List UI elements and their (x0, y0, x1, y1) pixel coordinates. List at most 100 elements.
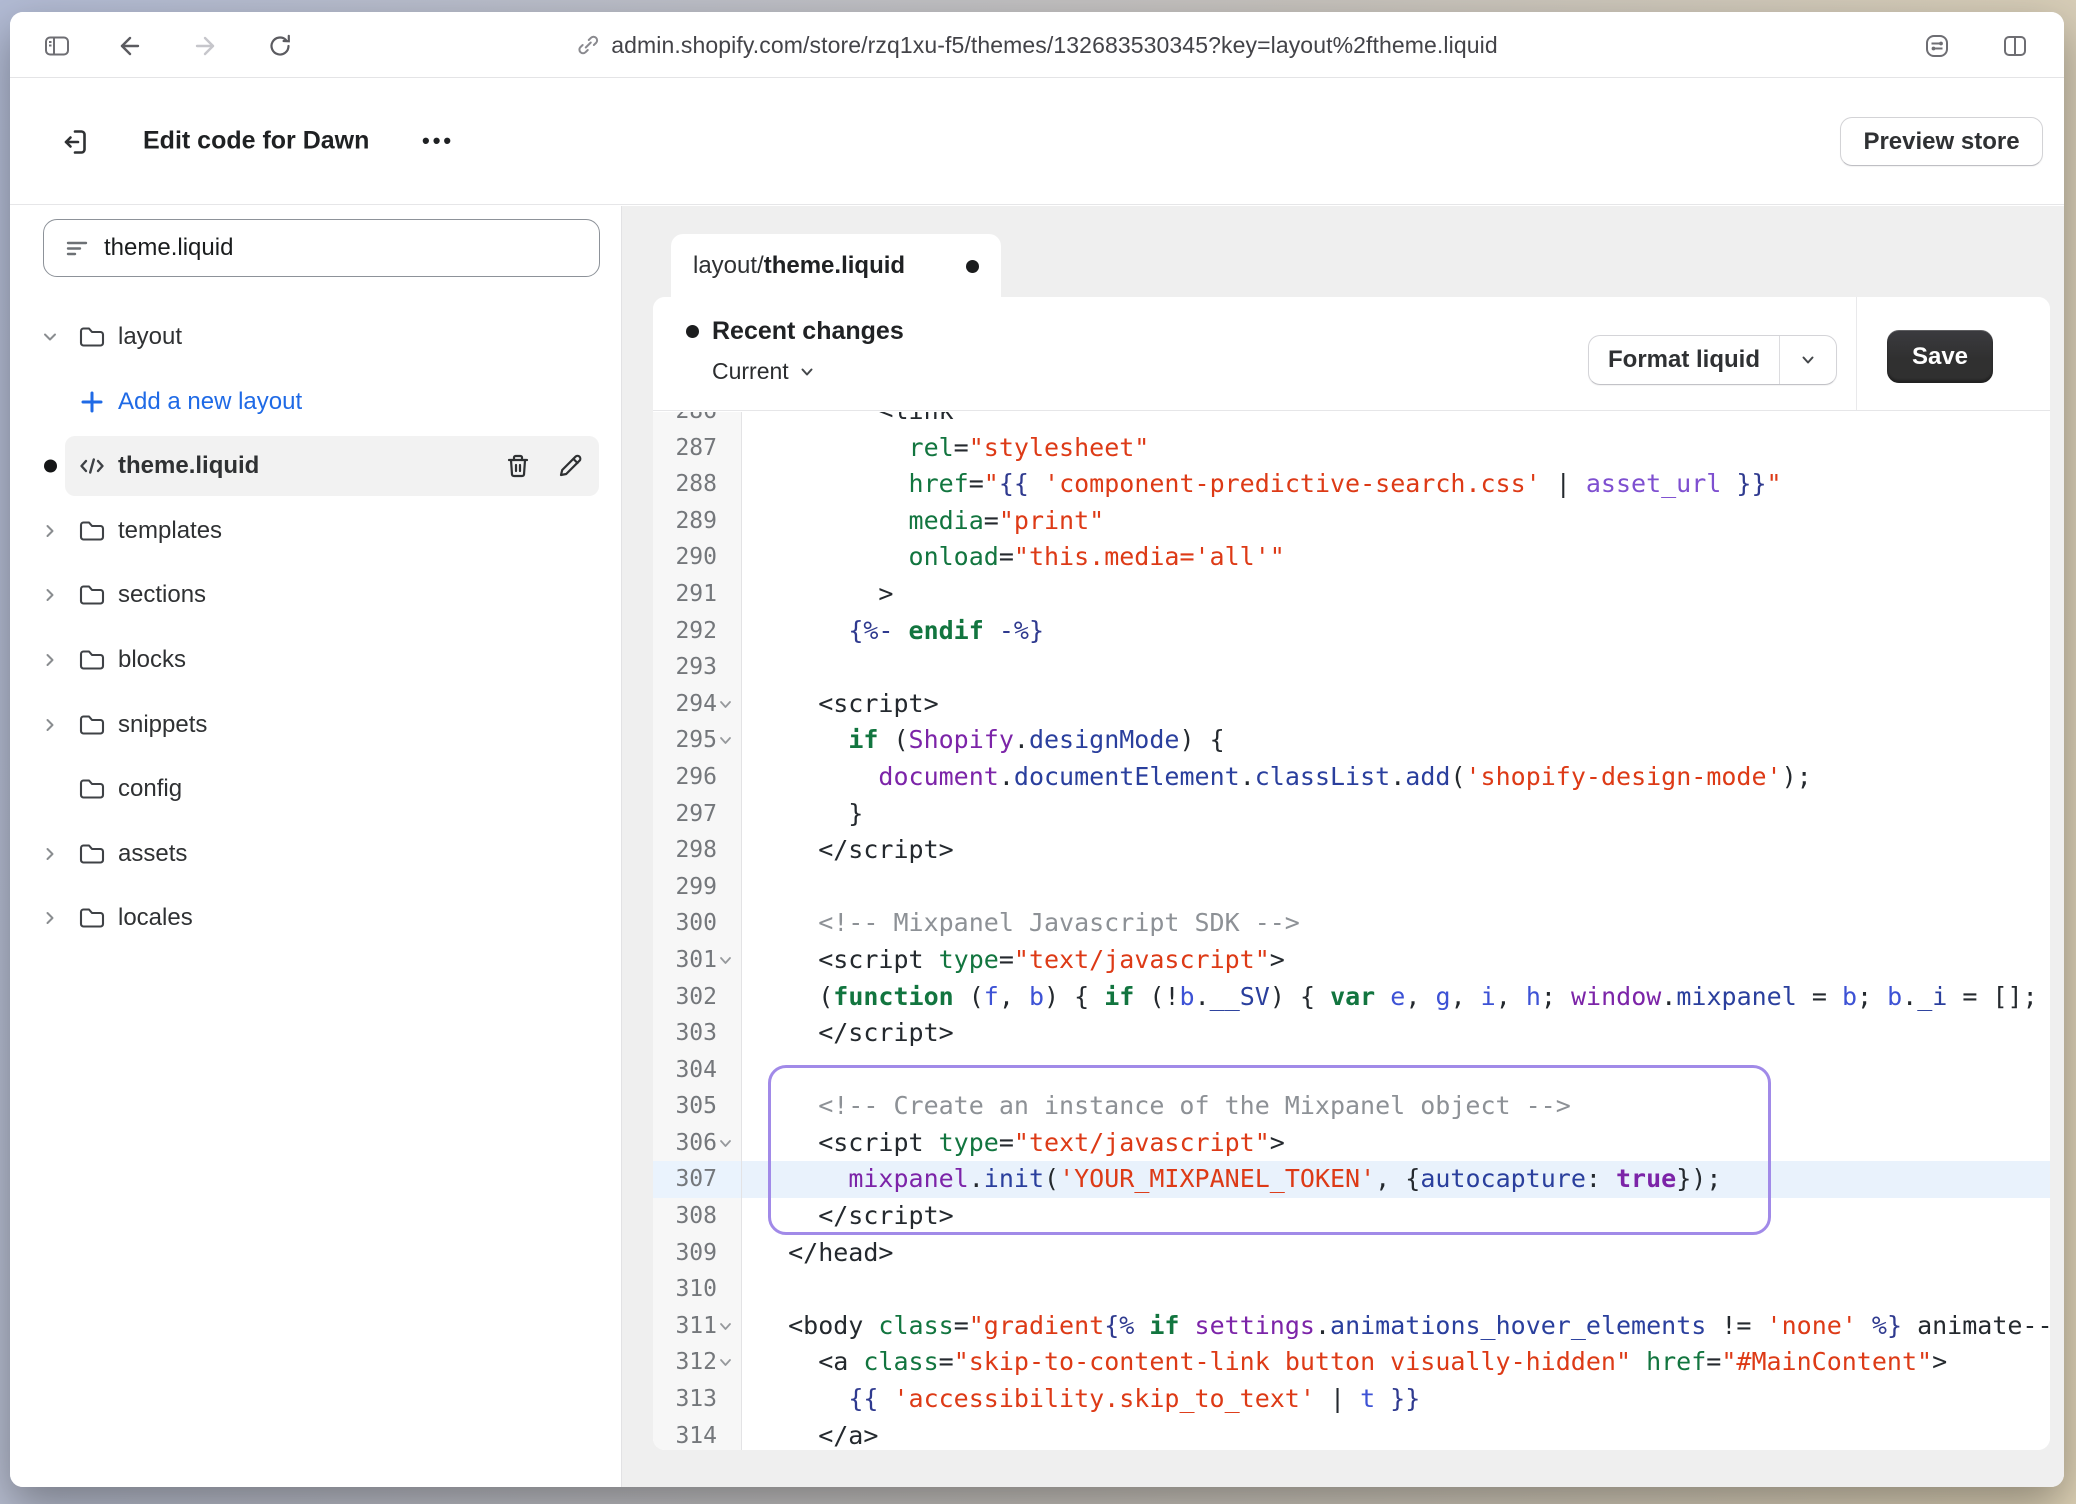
code-line-303[interactable]: 303 </script> (653, 1015, 2050, 1052)
chevron-right-icon[interactable] (42, 523, 58, 539)
code-text[interactable]: </a> (742, 1418, 2050, 1450)
code-line-298[interactable]: 298 </script> (653, 832, 2050, 869)
split-view-icon[interactable] (2002, 33, 2028, 59)
code-text[interactable]: <a class="skip-to-content-link button vi… (742, 1344, 2050, 1381)
code-line-307[interactable]: 307 mixpanel.init('YOUR_MIXPANEL_TOKEN',… (653, 1161, 2050, 1198)
chevron-right-icon[interactable] (42, 587, 58, 603)
code-text[interactable]: if (Shopify.designMode) { (742, 722, 2050, 759)
code-text[interactable]: } (742, 796, 2050, 833)
code-line-288[interactable]: 288 href="{{ 'component-predictive-searc… (653, 466, 2050, 503)
address-bar[interactable]: admin.shopify.com/store/rzq1xu-f5/themes… (576, 12, 1497, 78)
code-text[interactable] (742, 1052, 2050, 1089)
code-line-305[interactable]: 305 <!-- Create an instance of the Mixpa… (653, 1088, 2050, 1125)
code-text[interactable] (742, 1271, 2050, 1308)
code-line-286[interactable]: 286 <link (653, 412, 2050, 430)
code-editor[interactable]: 286 <link287 rel="stylesheet"288 href="{… (653, 412, 2050, 1450)
code-line-295[interactable]: 295 if (Shopify.designMode) { (653, 722, 2050, 759)
sidebar-item-add-a-new-layout[interactable]: Add a new layout (10, 373, 621, 431)
chevron-right-icon[interactable] (42, 717, 58, 733)
code-text[interactable]: document.documentElement.classList.add('… (742, 759, 2050, 796)
search-input[interactable] (104, 234, 585, 262)
code-text[interactable] (742, 869, 2050, 906)
code-text[interactable]: <link (742, 412, 2050, 430)
code-text[interactable]: media="print" (742, 503, 2050, 540)
sidebar-item-snippets[interactable]: snippets (10, 696, 621, 754)
sidebar-toggle-icon[interactable] (44, 33, 70, 59)
code-line-296[interactable]: 296 document.documentElement.classList.a… (653, 759, 2050, 796)
sidebar-item-locales[interactable]: locales (10, 889, 621, 947)
file-search[interactable] (43, 219, 600, 277)
chevron-right-icon[interactable] (42, 846, 58, 862)
code-text[interactable]: <script> (742, 686, 2050, 723)
reload-icon[interactable] (267, 33, 293, 59)
fold-icon[interactable] (719, 1320, 736, 1332)
fold-icon[interactable] (719, 1137, 736, 1149)
code-text[interactable]: href="{{ 'component-predictive-search.cs… (742, 466, 2050, 503)
page-settings-icon[interactable] (1924, 33, 1950, 59)
code-text[interactable]: mixpanel.init('YOUR_MIXPANEL_TOKEN', {au… (742, 1161, 2050, 1198)
format-liquid-button[interactable]: Format liquid (1588, 335, 1837, 385)
code-text[interactable]: (function (f, b) { if (!b.__SV) { var e,… (742, 979, 2050, 1016)
tab-theme-liquid[interactable]: layout/theme.liquid (671, 234, 1001, 298)
chevron-down-icon[interactable] (42, 329, 58, 345)
code-line-302[interactable]: 302 (function (f, b) { if (!b.__SV) { va… (653, 979, 2050, 1016)
code-line-309[interactable]: 309 </head> (653, 1235, 2050, 1272)
code-text[interactable]: <!-- Mixpanel Javascript SDK --> (742, 905, 2050, 942)
sidebar-item-layout[interactable]: layout (10, 308, 621, 366)
code-line-306[interactable]: 306 <script type="text/javascript"> (653, 1125, 2050, 1162)
format-liquid-label[interactable]: Format liquid (1589, 336, 1780, 384)
sidebar-item-theme-liquid[interactable]: theme.liquid (10, 437, 621, 495)
code-line-301[interactable]: 301 <script type="text/javascript"> (653, 942, 2050, 979)
code-line-294[interactable]: 294 <script> (653, 686, 2050, 723)
code-line-308[interactable]: 308 </script> (653, 1198, 2050, 1235)
code-text[interactable]: </script> (742, 1198, 2050, 1235)
code-text[interactable]: </script> (742, 832, 2050, 869)
code-text[interactable]: {%- endif -%} (742, 613, 2050, 650)
code-line-300[interactable]: 300 <!-- Mixpanel Javascript SDK --> (653, 905, 2050, 942)
save-button[interactable]: Save (1887, 330, 1993, 383)
code-line-304[interactable]: 304 (653, 1052, 2050, 1089)
code-line-313[interactable]: 313 {{ 'accessibility.skip_to_text' | t … (653, 1381, 2050, 1418)
format-options-button[interactable] (1780, 336, 1836, 384)
sidebar-item-sections[interactable]: sections (10, 566, 621, 624)
code-line-292[interactable]: 292 {%- endif -%} (653, 613, 2050, 650)
code-text[interactable]: {{ 'accessibility.skip_to_text' | t }} (742, 1381, 2050, 1418)
code-text[interactable]: <script type="text/javascript"> (742, 942, 2050, 979)
fold-icon[interactable] (719, 954, 736, 966)
sidebar-item-blocks[interactable]: blocks (10, 631, 621, 689)
fold-icon[interactable] (719, 735, 736, 747)
sidebar-item-templates[interactable]: templates (10, 502, 621, 560)
code-line-293[interactable]: 293 (653, 649, 2050, 686)
code-line-287[interactable]: 287 rel="stylesheet" (653, 430, 2050, 467)
code-text[interactable]: <body class="gradient{% if settings.anim… (742, 1308, 2050, 1345)
fold-icon[interactable] (719, 698, 736, 710)
more-actions-button[interactable]: ••• (422, 128, 454, 154)
fold-icon[interactable] (719, 1357, 736, 1369)
chevron-right-icon[interactable] (42, 910, 58, 926)
exit-editor-icon[interactable] (58, 125, 92, 159)
code-text[interactable]: </script> (742, 1015, 2050, 1052)
chevron-right-icon[interactable] (42, 652, 58, 668)
code-text[interactable] (742, 649, 2050, 686)
delete-file-icon[interactable] (504, 452, 532, 480)
code-line-291[interactable]: 291 > (653, 576, 2050, 613)
code-line-299[interactable]: 299 (653, 869, 2050, 906)
back-icon[interactable] (115, 33, 141, 59)
code-line-297[interactable]: 297 } (653, 796, 2050, 833)
version-selector[interactable]: Current (712, 358, 904, 385)
rename-file-icon[interactable] (556, 452, 584, 480)
code-line-310[interactable]: 310 (653, 1271, 2050, 1308)
code-line-311[interactable]: 311 <body class="gradient{% if settings.… (653, 1308, 2050, 1345)
code-line-314[interactable]: 314 </a> (653, 1418, 2050, 1450)
code-text[interactable]: </head> (742, 1235, 2050, 1272)
code-line-312[interactable]: 312 <a class="skip-to-content-link butto… (653, 1344, 2050, 1381)
code-line-290[interactable]: 290 onload="this.media='all'" (653, 539, 2050, 576)
code-text[interactable]: > (742, 576, 2050, 613)
code-text[interactable]: onload="this.media='all'" (742, 539, 2050, 576)
code-text[interactable]: <!-- Create an instance of the Mixpanel … (742, 1088, 2050, 1125)
code-line-289[interactable]: 289 media="print" (653, 503, 2050, 540)
sidebar-item-assets[interactable]: assets (10, 825, 621, 883)
code-text[interactable]: <script type="text/javascript"> (742, 1125, 2050, 1162)
preview-store-button[interactable]: Preview store (1840, 117, 2043, 166)
sidebar-item-config[interactable]: config (10, 760, 621, 818)
